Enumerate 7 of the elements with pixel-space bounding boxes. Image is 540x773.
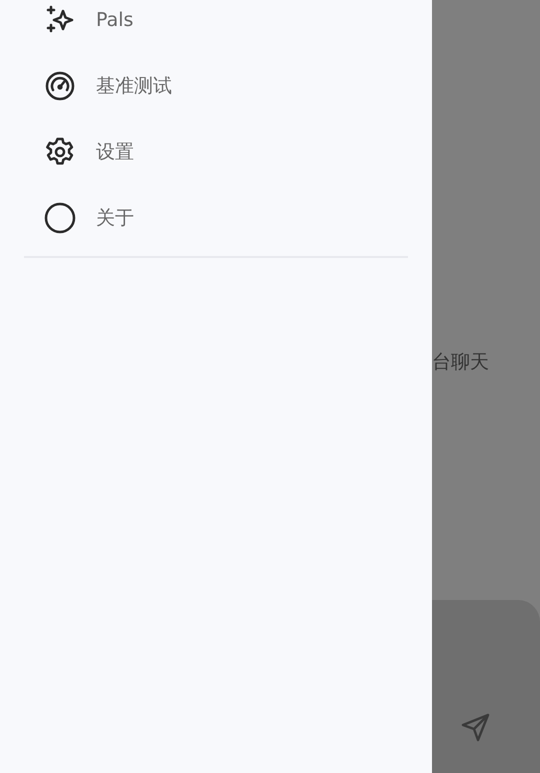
circle-icon — [44, 202, 76, 234]
drawer-item[interactable]: Pals — [0, 0, 432, 53]
gauge-icon — [44, 70, 76, 102]
empty-chat-message: 台聊天 — [432, 350, 490, 375]
drawer-item[interactable]: 关于 — [0, 185, 432, 251]
drawer-item[interactable]: 基准测试 — [0, 53, 432, 119]
drawer-item[interactable]: 设置 — [0, 119, 432, 185]
